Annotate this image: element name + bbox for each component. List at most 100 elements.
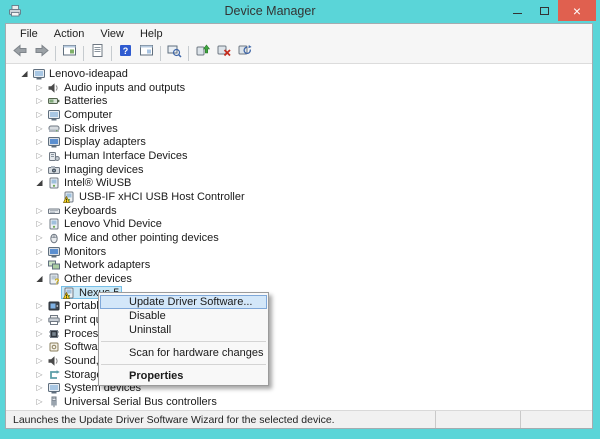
tree-item[interactable]: ▷Human Interface Devices [6,149,592,163]
search-computer-button[interactable] [164,44,185,63]
tree-node: ?Other devices [46,272,135,285]
expander-collapsed-icon[interactable]: ▷ [33,166,46,174]
tree-item[interactable]: ▷Imaging devices [6,163,592,177]
tree-item[interactable]: Nexus 5 [6,286,592,300]
expander-collapsed-icon[interactable]: ▷ [33,302,46,310]
help-button[interactable]: ? [115,44,136,63]
tree-item[interactable]: ▷ Lenovo Vhid Device [6,217,592,231]
update-driver-button[interactable] [192,44,213,63]
export-list-button[interactable] [87,44,108,63]
mouse-icon [48,232,60,244]
expander-collapsed-icon[interactable]: ▷ [33,248,46,256]
tree-node: Lenovo-ideapad [31,67,131,80]
back-arrow-button[interactable] [10,44,31,63]
status-cell [435,411,520,428]
expander-expanded-icon[interactable]: ◢ [33,275,46,283]
tree-item[interactable]: ▷Computer [6,108,592,122]
expander-expanded-icon[interactable]: ◢ [33,179,46,187]
menu-item-file[interactable]: File [12,26,46,42]
expander-expanded-icon[interactable]: ◢ [18,70,31,78]
context-menu-item[interactable]: Properties [100,369,267,383]
tree-item[interactable]: ▷Storage controllers [6,368,592,382]
tree-item[interactable]: ▷Portable Devices [6,299,592,313]
printer-icon [48,314,60,326]
tree-item-label: Disk drives [64,123,118,135]
titlebar[interactable]: Device Manager × [0,0,600,23]
expander-collapsed-icon[interactable]: ▷ [33,343,46,351]
expander-collapsed-icon[interactable]: ▷ [33,398,46,406]
generic-icon-warning [63,191,75,203]
menu-item-action[interactable]: Action [46,26,93,42]
tree-item[interactable]: ▷ Display adapters [6,135,592,149]
generic-icon [48,177,60,189]
expander-collapsed-icon[interactable]: ▷ [33,384,46,392]
context-menu-separator [101,341,266,342]
softdev-icon [48,341,60,353]
computer-icon [48,382,60,394]
expander-collapsed-icon[interactable]: ▷ [33,97,46,105]
display-icon [48,136,60,148]
window-body: FileActionViewHelp ? ◢Lenovo-ideapad▷Aud… [5,23,593,429]
expander-collapsed-icon[interactable]: ▷ [33,330,46,338]
expander-collapsed-icon[interactable]: ▷ [33,207,46,215]
expander-collapsed-icon[interactable]: ▷ [33,371,46,379]
context-menu-item[interactable]: Uninstall [100,323,267,337]
tree-item[interactable]: ▷ Disk drives [6,122,592,136]
tree-item[interactable]: ▷Processors [6,327,592,341]
toolbar-separator [55,46,56,61]
disable-device-button[interactable] [213,44,234,63]
disk-icon [48,123,60,135]
minimize-button[interactable] [504,0,531,21]
expander-collapsed-icon[interactable]: ▷ [33,261,46,269]
maximize-button[interactable] [531,0,558,21]
expander-collapsed-icon[interactable]: ▷ [33,152,46,160]
context-menu-item[interactable]: Update Driver Software... [100,295,267,309]
forward-arrow-button[interactable] [31,44,52,63]
tree-item[interactable]: ▷Mice and other pointing devices [6,231,592,245]
expander-collapsed-icon[interactable]: ▷ [33,111,46,119]
expander-collapsed-icon[interactable]: ▷ [33,220,46,228]
tree-item[interactable]: ◢ Intel® WiUSB [6,176,592,190]
update-driver-icon [195,43,210,63]
tree-item[interactable]: ▷Keyboards [6,204,592,218]
tree-item-label: Lenovo Vhid Device [64,218,162,230]
expander-collapsed-icon[interactable]: ▷ [33,125,46,133]
tree-item-label: Network adapters [64,259,150,271]
tree-node: Display adapters [46,136,149,149]
svg-text:?: ? [55,277,60,285]
tree-item[interactable]: ▷System devices [6,381,592,395]
computer-icon [48,109,60,121]
tree-node: Audio inputs and outputs [46,81,188,94]
tree-item-label: Intel® WiUSB [64,177,131,189]
scan-hardware-button[interactable] [234,44,255,63]
tree-item[interactable]: USB-IF xHCI USB Host Controller [6,190,592,204]
tree-item[interactable]: ▷Audio inputs and outputs [6,81,592,95]
tree-item[interactable]: ▷ Network adapters [6,258,592,272]
context-menu-item[interactable]: Scan for hardware changes [100,346,267,360]
tree-item[interactable]: ▷Monitors [6,245,592,259]
menu-item-view[interactable]: View [92,26,132,42]
search-computer-icon [167,43,182,63]
tree-item-label: Display adapters [64,136,146,148]
show-console-tree-button[interactable] [59,44,80,63]
show-action-pane-button[interactable] [136,44,157,63]
network-icon [48,259,60,271]
close-button[interactable]: × [558,0,596,21]
expander-collapsed-icon[interactable]: ▷ [33,316,46,324]
tree-item[interactable]: ◢?Other devices [6,272,592,286]
tree-node: Lenovo Vhid Device [46,218,165,231]
expander-collapsed-icon[interactable]: ▷ [33,138,46,146]
expander-collapsed-icon[interactable]: ▷ [33,234,46,242]
tree-item[interactable]: ▷Software devices [6,340,592,354]
tree-item[interactable]: ▷Batteries [6,94,592,108]
status-bar: Launches the Update Driver Software Wiza… [6,410,592,428]
window-title: Device Manager [60,4,480,18]
context-menu-item[interactable]: Disable [100,309,267,323]
expander-collapsed-icon[interactable]: ▷ [33,84,46,92]
tree-item[interactable]: ▷Print queues [6,313,592,327]
tree-item[interactable]: ◢Lenovo-ideapad [6,67,592,81]
expander-collapsed-icon[interactable]: ▷ [33,357,46,365]
menu-item-help[interactable]: Help [132,26,171,42]
tree-item[interactable]: ▷Sound, video and game controllers [6,354,592,368]
tree-item[interactable]: ▷Universal Serial Bus controllers [6,395,592,409]
